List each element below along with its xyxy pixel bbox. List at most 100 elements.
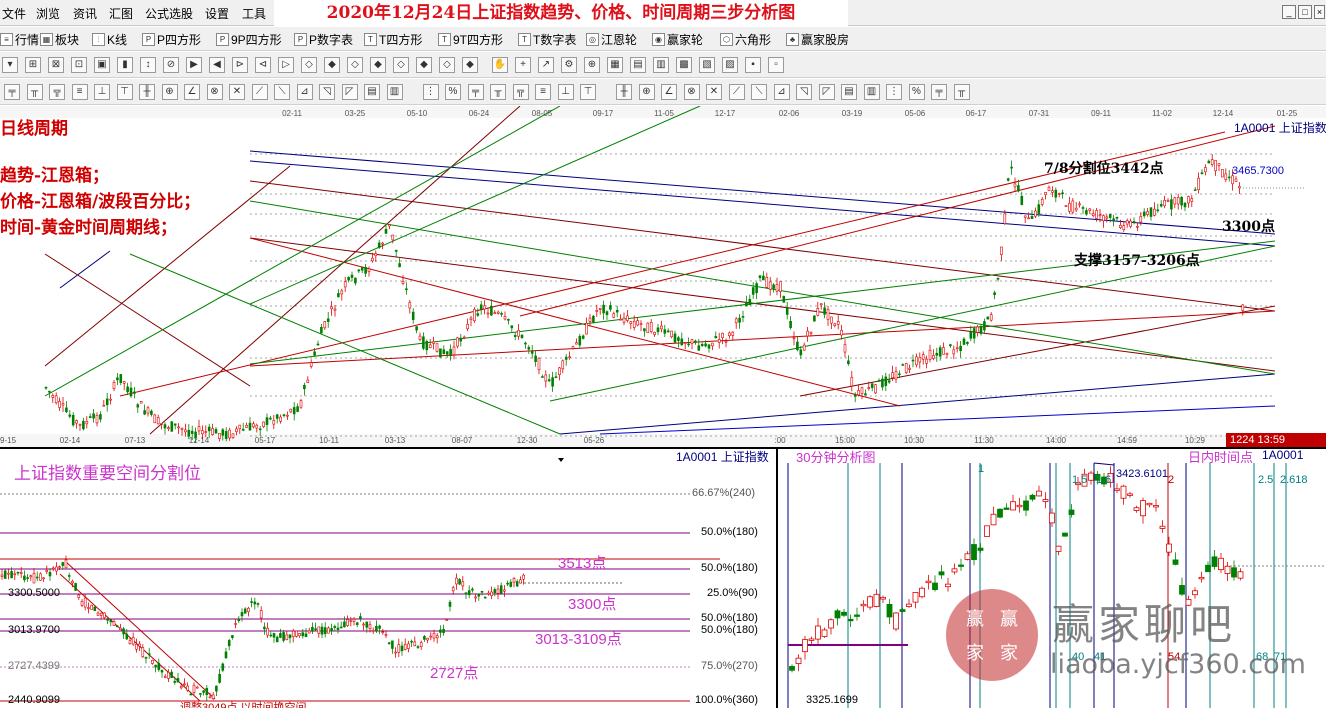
draw-tool-35-icon[interactable]: ◸ <box>818 84 835 100</box>
menu-formula-pick[interactable]: 公式选股 <box>145 5 193 22</box>
menu-tools[interactable]: 工具 <box>242 5 266 22</box>
tool-21-icon[interactable]: ✋ <box>492 57 508 73</box>
draw-tool-7-icon[interactable]: ⊕ <box>161 84 178 100</box>
tool-10-icon[interactable]: ⊳ <box>232 57 248 73</box>
draw-tool-0-icon[interactable]: ╤ <box>4 84 20 100</box>
daily-chart-panel[interactable]: 02-11 03-25 05-10 06-24 08-05 09-17 11-05 12-17… <box>0 106 1326 447</box>
draw-tool-26-icon[interactable]: ╫ <box>616 84 632 100</box>
draw-tool-3-icon[interactable]: ≡ <box>71 84 88 100</box>
tool-19-icon[interactable]: ◇ <box>439 57 455 73</box>
draw-tool-23-icon[interactable]: ≡ <box>535 84 551 100</box>
draw-tool-29-icon[interactable]: ⊗ <box>683 84 700 100</box>
hexagon-button[interactable]: ⬡ 六角形 <box>720 31 771 48</box>
tool-28-icon[interactable]: ▥ <box>653 57 669 73</box>
draw-tool-21-icon[interactable]: ╥ <box>490 84 506 100</box>
tool-24-icon[interactable]: ⚙ <box>561 57 577 73</box>
p-number-table-button[interactable]: P P数字表 <box>294 31 353 48</box>
draw-tool-6-icon[interactable]: ╫ <box>139 84 155 100</box>
tool-29-icon[interactable]: ▩ <box>676 57 692 73</box>
draw-tool-12-icon[interactable]: ⟍ <box>274 84 290 100</box>
tool-1-icon[interactable]: ⊞ <box>25 57 41 73</box>
winner-stock-button[interactable]: ♣ 赢家股房 <box>786 31 849 48</box>
draw-tool-39-icon[interactable]: % <box>908 84 925 100</box>
tool-30-icon[interactable]: ▧ <box>699 57 715 73</box>
draw-tool-10-icon[interactable]: ✕ <box>229 84 245 100</box>
tool-31-icon[interactable]: ▨ <box>722 57 738 73</box>
draw-tool-41-icon[interactable]: ╥ <box>953 84 970 100</box>
draw-tool-38-icon[interactable]: ⋮ <box>886 84 902 100</box>
t-square-button[interactable]: T T四方形 <box>364 31 422 48</box>
quotes-button[interactable]: ≡ 行情 <box>0 31 39 48</box>
tool-7-icon[interactable]: ⊘ <box>163 57 179 73</box>
9p-square-button[interactable]: P 9P四方形 <box>216 31 282 48</box>
tool-2-icon[interactable]: ⊠ <box>48 57 64 73</box>
tool-25-icon[interactable]: ⊕ <box>584 57 600 73</box>
tool-4-icon[interactable]: ▣ <box>94 57 110 73</box>
close-button[interactable]: × <box>1314 5 1325 19</box>
menu-news[interactable]: 资讯 <box>73 5 97 22</box>
tool-23-icon[interactable]: ↗ <box>538 57 554 73</box>
tool-20-icon[interactable]: ◆ <box>462 57 478 73</box>
kline-button[interactable]: ⫶ K线 <box>92 31 127 48</box>
t-number-table-button[interactable]: T T数字表 <box>518 31 576 48</box>
tool-15-icon[interactable]: ◇ <box>347 57 363 73</box>
draw-tool-16-icon[interactable]: ▤ <box>364 84 380 100</box>
menu-file[interactable]: 文件 <box>2 5 26 22</box>
draw-tool-32-icon[interactable]: ⟍ <box>751 84 767 100</box>
tool-9-icon[interactable]: ◀ <box>209 57 225 73</box>
tool-17-icon[interactable]: ◇ <box>393 57 409 73</box>
draw-tool-27-icon[interactable]: ⊕ <box>638 84 655 100</box>
menu-browse[interactable]: 浏览 <box>36 5 60 22</box>
draw-tool-31-icon[interactable]: ⟋ <box>728 84 745 100</box>
draw-tool-24-icon[interactable]: ⊥ <box>557 84 574 100</box>
tool-3-icon[interactable]: ⊡ <box>71 57 87 73</box>
p-square-button[interactable]: P P四方形 <box>142 31 201 48</box>
tool-5-icon[interactable]: ▮ <box>117 57 133 73</box>
draw-tool-20-icon[interactable]: ╤ <box>467 84 484 100</box>
draw-tool-22-icon[interactable]: ╦ <box>512 84 529 100</box>
draw-tool-30-icon[interactable]: ✕ <box>706 84 722 100</box>
draw-tool-15-icon[interactable]: ◸ <box>341 84 358 100</box>
draw-tool-18-icon[interactable]: ⋮ <box>422 84 439 100</box>
draw-tool-25-icon[interactable]: ⊤ <box>580 84 596 100</box>
tool-14-icon[interactable]: ◆ <box>324 57 340 73</box>
draw-tool-14-icon[interactable]: ◹ <box>319 84 335 100</box>
draw-tool-33-icon[interactable]: ⊿ <box>773 84 790 100</box>
menu-chart[interactable]: 汇图 <box>109 5 133 22</box>
tool-0-icon[interactable]: ▾ <box>2 57 18 73</box>
sector-button[interactable]: ▦ 板块 <box>40 31 79 48</box>
draw-tool-19-icon[interactable]: % <box>445 84 461 100</box>
draw-tool-2-icon[interactable]: ╦ <box>49 84 65 100</box>
draw-tool-9-icon[interactable]: ⊗ <box>206 84 223 100</box>
restore-button[interactable]: □ <box>1298 5 1312 19</box>
tool-8-icon[interactable]: ▶ <box>186 57 202 73</box>
tool-27-icon[interactable]: ▤ <box>630 57 646 73</box>
draw-tool-11-icon[interactable]: ⟋ <box>251 84 268 100</box>
tool-16-icon[interactable]: ◆ <box>370 57 386 73</box>
draw-tool-36-icon[interactable]: ▤ <box>841 84 857 100</box>
tool-18-icon[interactable]: ◆ <box>416 57 432 73</box>
tool-6-icon[interactable]: ↕ <box>140 57 156 73</box>
draw-tool-37-icon[interactable]: ▥ <box>863 84 880 100</box>
space-division-panel[interactable]: 上证指数重要空间分割位 1A0001 上证指数 66.67%(240) 50.0… <box>0 449 776 708</box>
draw-tool-5-icon[interactable]: ⊤ <box>116 84 133 100</box>
winner-wheel-button[interactable]: ◉ 赢家轮 <box>652 31 703 48</box>
draw-tool-40-icon[interactable]: ╤ <box>931 84 947 100</box>
draw-tool-8-icon[interactable]: ∠ <box>184 84 200 100</box>
draw-tool-28-icon[interactable]: ∠ <box>661 84 677 100</box>
9t-square-button[interactable]: T 9T四方形 <box>438 31 503 48</box>
tool-22-icon[interactable]: + <box>515 57 531 73</box>
tool-32-icon[interactable]: ▪ <box>745 57 761 73</box>
draw-tool-1-icon[interactable]: ╥ <box>26 84 43 100</box>
draw-tool-34-icon[interactable]: ◹ <box>796 84 812 100</box>
gann-wheel-button[interactable]: ◎ 江恩轮 <box>586 31 637 48</box>
tool-26-icon[interactable]: ▦ <box>607 57 623 73</box>
tool-12-icon[interactable]: ▷ <box>278 57 294 73</box>
menu-settings[interactable]: 设置 <box>205 5 229 22</box>
draw-tool-13-icon[interactable]: ⊿ <box>296 84 313 100</box>
tool-33-icon[interactable]: ▫ <box>768 57 784 73</box>
draw-tool-4-icon[interactable]: ⊥ <box>94 84 110 100</box>
space-division-canvas[interactable] <box>0 449 776 708</box>
tool-11-icon[interactable]: ⊲ <box>255 57 271 73</box>
minimize-button[interactable]: _ <box>1282 5 1296 19</box>
